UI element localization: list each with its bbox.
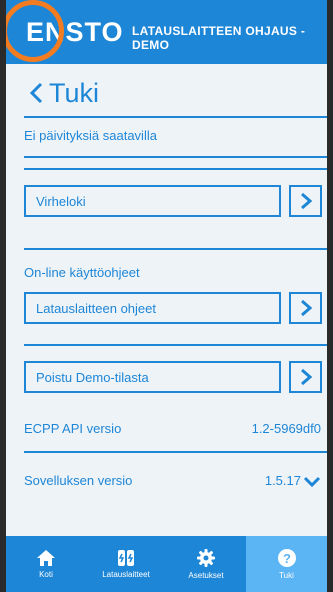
divider [24,344,327,346]
error-log-button[interactable]: Virheloki [24,185,281,217]
divider [24,248,327,250]
charger-manual-button[interactable]: Latauslaitteen ohjeet [24,292,281,324]
divider [24,116,327,118]
charger-icon [118,550,134,566]
app-version-label: Sovelluksen versio [24,473,133,488]
page-title: Tuki [49,77,100,108]
charger-manual-arrow-button[interactable] [289,292,322,324]
help-icon: ? [277,549,296,567]
api-version-value: 1.2-5969df0 [251,421,321,436]
divider [24,451,327,453]
online-help-heading: On-line käyttöohjeet [24,265,140,280]
tab-label: Latauslaitteet [102,570,150,579]
divider [24,156,327,158]
header-title: LATAUSLAITTEEN OHJAUS - DEMO [132,24,306,52]
tab-asetukset[interactable]: Asetukset [166,536,246,592]
exit-demo-arrow-button[interactable] [289,361,322,393]
svg-text:?: ? [283,551,291,566]
home-icon [37,550,55,566]
chevron-right-icon [300,299,312,317]
chevron-right-icon [300,368,312,386]
app-version-value: 1.5.17 [264,473,301,488]
exit-demo-button[interactable]: Poistu Demo-tilasta [24,361,281,393]
tab-label: Tuki [279,571,294,580]
chevron-left-icon [29,82,43,104]
back-button[interactable]: Tuki [29,78,99,108]
error-log-arrow-button[interactable] [289,185,322,217]
charger-manual-label: Latauslaitteen ohjeet [36,300,156,316]
tab-koti[interactable]: Koti [6,536,86,592]
updates-status: Ei päivityksiä saatavilla [24,128,157,143]
tab-label: Koti [39,570,53,579]
tab-bar: Koti Latauslaitteet Asetukset ? Tuki [6,536,327,592]
gear-icon [197,549,215,567]
chevron-right-icon [300,192,312,210]
api-version-label: ECPP API versio [24,421,122,436]
exit-demo-label: Poistu Demo-tilasta [36,369,149,385]
tab-tuki[interactable]: ? Tuki [246,536,327,592]
app-header: ENSTO LATAUSLAITTEEN OHJAUS - DEMO [6,0,327,64]
highlight-ring [6,0,64,62]
tab-latauslaitteet[interactable]: Latauslaitteet [86,536,166,592]
tab-label: Asetukset [188,571,224,580]
app-screen: ENSTO LATAUSLAITTEEN OHJAUS - DEMO Tuki … [6,0,327,592]
divider [24,168,327,170]
chevron-down-icon[interactable] [303,476,321,488]
error-log-label: Virheloki [36,193,86,209]
